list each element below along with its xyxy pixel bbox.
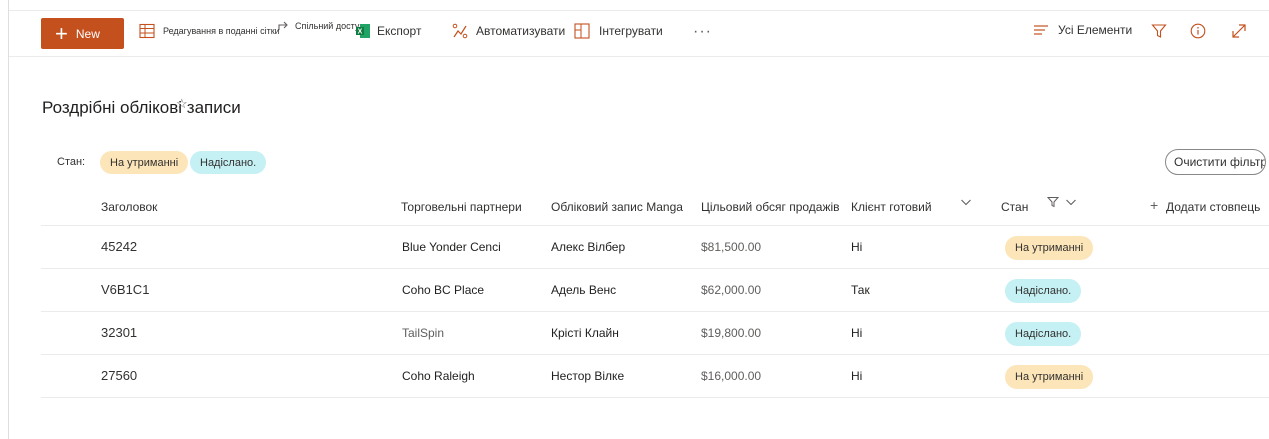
cell-title[interactable]: V6B1C1: [101, 282, 149, 297]
filter-icon[interactable]: [1151, 23, 1167, 39]
automate-button[interactable]: Автоматизувати: [452, 23, 565, 39]
cell-partner: Coho BC Place: [402, 283, 485, 297]
cell-target: $81,500.00: [701, 240, 762, 254]
info-icon[interactable]: [1190, 23, 1206, 39]
command-bar: + New Редагування в поданні сітки Спільн…: [9, 11, 1269, 57]
add-column-button[interactable]: Додати стовпець: [1166, 200, 1260, 214]
column-header-status[interactable]: Стан: [1001, 200, 1028, 214]
table-header: Заголовок Торговельні партнери Обліковий…: [41, 190, 1269, 226]
cell-ready: Ні: [851, 326, 863, 340]
share-label: Спільний доступ: [295, 21, 365, 31]
automate-icon: [452, 23, 468, 39]
cell-target: $62,000.00: [701, 283, 762, 297]
cell-account: Нестор Вілке: [551, 369, 625, 383]
filter-chip-on-hold[interactable]: На утриманні: [100, 151, 189, 174]
plus-icon: +: [55, 20, 68, 46]
filter-chip-sent[interactable]: Надіслано.: [190, 151, 267, 174]
cell-account: Крісті Клайн: [551, 326, 619, 340]
column-header-account[interactable]: Обліковий запис Manga: [551, 200, 683, 214]
favorite-star-icon[interactable]: ☆: [176, 96, 188, 112]
cell-title[interactable]: 45242: [101, 239, 137, 254]
cell-partner: TailSpin: [402, 326, 445, 340]
new-button-label: New: [75, 26, 100, 41]
cell-account: Адель Венс: [551, 283, 617, 297]
table-row[interactable]: 27560 Coho Raleigh Нестор Вілке $16,000.00 Н…: [41, 355, 1269, 398]
column-header-partners[interactable]: Торговельні партнери: [401, 200, 522, 214]
export-button[interactable]: X Експорт: [355, 23, 421, 39]
share-icon: [277, 19, 291, 33]
edit-grid-label: Редагування в поданні сітки: [163, 26, 280, 36]
cell-ready: Так: [851, 283, 870, 297]
cell-ready: Ні: [851, 240, 863, 254]
status-badge: На утриманні: [1005, 365, 1094, 389]
share-button[interactable]: Спільний доступ: [277, 19, 364, 33]
column-header-target[interactable]: Цільовий обсяг продажів: [701, 200, 840, 214]
view-selector[interactable]: Усі Елементи: [1033, 23, 1132, 37]
table-row[interactable]: 32301 TailSpin Крісті Клайн $19,800.00 Ні Над…: [41, 312, 1269, 355]
status-badge: На утриманні: [1005, 236, 1094, 260]
automate-label: Автоматизувати: [476, 24, 566, 38]
view-label: Усі Елементи: [1058, 23, 1133, 37]
expand-icon[interactable]: [1231, 23, 1247, 39]
page-title: Роздрібні облікові записи: [42, 98, 241, 117]
svg-text:X: X: [358, 29, 363, 36]
status-badge: Надіслано.: [1005, 322, 1082, 346]
export-label: Експорт: [377, 24, 422, 38]
cell-title[interactable]: 27560: [101, 368, 137, 383]
cell-partner: Blue Yonder Cenci: [402, 240, 501, 254]
cell-ready: Ні: [851, 369, 863, 383]
integrate-icon: [574, 23, 590, 39]
integrate-label: Інтегрувати: [599, 24, 663, 38]
cell-partner: Coho Raleigh: [402, 369, 475, 383]
chevron-down-icon[interactable]: [960, 196, 972, 211]
cell-target: $19,800.00: [701, 326, 762, 340]
cell-account: Алекс Вілбер: [551, 240, 626, 254]
filter-icon[interactable]: [1046, 196, 1060, 211]
cell-target: $16,000.00: [701, 369, 762, 383]
clear-filters-button[interactable]: Очистити фільтри: [1165, 149, 1266, 175]
status-badge: Надіслано.: [1005, 279, 1082, 303]
table-row[interactable]: V6B1C1 Coho BC Place Адель Венс $62,000.00 Т…: [41, 269, 1269, 312]
filter-label: Стан:: [57, 156, 86, 168]
add-icon[interactable]: +: [1150, 197, 1158, 213]
new-button[interactable]: + New: [41, 18, 124, 49]
excel-icon: X: [355, 23, 371, 39]
more-icon[interactable]: ···: [693, 23, 712, 41]
column-header-title[interactable]: Заголовок: [101, 200, 157, 214]
grid-edit-icon: [139, 23, 155, 39]
table-row[interactable]: 45242 Blue Yonder Cenci Алекс Вілбер $81,50…: [41, 226, 1269, 269]
integrate-button[interactable]: Інтегрувати: [574, 23, 663, 39]
left-rail: [0, 0, 9, 439]
view-list-icon: [1033, 23, 1049, 37]
cell-title[interactable]: 32301: [101, 325, 137, 340]
chevron-down-icon[interactable]: [1065, 196, 1077, 211]
edit-grid-button[interactable]: Редагування в поданні сітки: [139, 23, 280, 39]
column-header-ready[interactable]: Клієнт готовий: [851, 200, 932, 214]
